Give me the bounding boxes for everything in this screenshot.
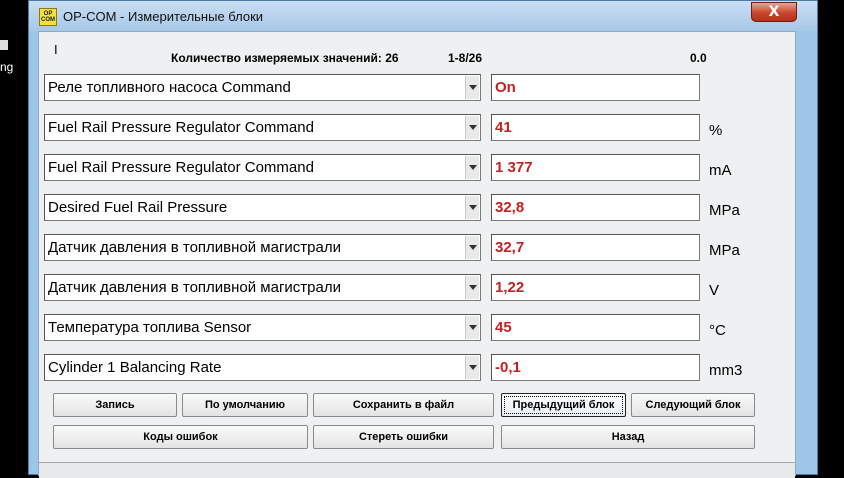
parameter-select[interactable]: Датчик давления в топливной магистрали xyxy=(44,234,481,261)
chevron-down-icon[interactable] xyxy=(465,356,479,379)
unit-label: mm3 xyxy=(709,362,743,379)
value-field: -0,1 xyxy=(491,354,700,381)
chevron-down-icon[interactable] xyxy=(465,316,479,339)
chevron-down-icon[interactable] xyxy=(465,116,479,139)
client-area: I Количество измеряемых значений: 26 1-8… xyxy=(38,31,797,478)
parameter-select[interactable]: Cylinder 1 Balancing Rate xyxy=(44,354,481,381)
parameter-name: Fuel Rail Pressure Regulator Command xyxy=(48,159,314,176)
unit-label: MPa xyxy=(709,242,740,259)
window-title: OP-COM - Измерительные блоки xyxy=(63,9,264,24)
value-field: 32,8 xyxy=(491,194,700,221)
parameter-name: Реле топливного насоса Command xyxy=(48,79,291,96)
desktop-label: ng xyxy=(0,60,14,74)
value-field: On xyxy=(491,74,700,101)
measurement-row: Датчик давления в топливной магистрали 3… xyxy=(39,234,797,264)
previous-block-button[interactable]: Предыдущий блок xyxy=(501,393,626,417)
measurement-row: Fuel Rail Pressure Regulator Command 1 3… xyxy=(39,154,797,184)
value-text: On xyxy=(495,79,516,96)
measurement-row: Реле топливного насоса Command On xyxy=(39,74,797,104)
parameter-select[interactable]: Fuel Rail Pressure Regulator Command xyxy=(44,114,481,141)
measurement-blocks-window: OP COM OP-COM - Измерительные блоки X I … xyxy=(28,0,818,478)
chevron-down-icon[interactable] xyxy=(465,276,479,299)
measurement-row: Температура топлива Sensor 45 °C xyxy=(39,314,797,344)
time-label: 0.0 xyxy=(690,51,707,65)
parameter-select[interactable]: Fuel Rail Pressure Regulator Command xyxy=(44,154,481,181)
parameter-name: Датчик давления в топливной магистрали xyxy=(48,239,341,256)
value-field: 45 xyxy=(491,314,700,341)
value-field: 41 xyxy=(491,114,700,141)
parameter-name: Fuel Rail Pressure Regulator Command xyxy=(48,119,314,136)
desktop-icon[interactable] xyxy=(0,40,8,50)
value-text: 32,8 xyxy=(495,199,525,216)
values-count-label: Количество измеряемых значений: 26 xyxy=(171,51,399,65)
value-text: 45 xyxy=(495,319,512,336)
back-button[interactable]: Назад xyxy=(501,425,755,449)
unit-label: % xyxy=(709,122,723,139)
parameter-name: Desired Fuel Rail Pressure xyxy=(48,199,228,216)
value-field: 1,22 xyxy=(491,274,700,301)
chevron-down-icon[interactable] xyxy=(465,196,479,219)
value-field: 1 377 xyxy=(491,154,700,181)
close-icon: X xyxy=(768,4,780,20)
unit-label: V xyxy=(709,282,720,299)
parameter-select[interactable]: Реле топливного насоса Command xyxy=(44,74,481,101)
chevron-down-icon[interactable] xyxy=(465,156,479,179)
title-bar[interactable]: OP COM OP-COM - Измерительные блоки X xyxy=(29,1,817,31)
unit-label: °C xyxy=(709,322,726,339)
close-button[interactable]: X xyxy=(751,2,797,22)
parameter-select[interactable]: Desired Fuel Rail Pressure xyxy=(44,194,481,221)
value-text: 1 377 xyxy=(495,159,533,176)
text-cursor: I xyxy=(54,42,58,57)
chevron-down-icon[interactable] xyxy=(465,76,479,99)
record-button[interactable]: Запись xyxy=(53,393,177,417)
status-bar xyxy=(39,462,795,478)
desktop-strip: ng xyxy=(0,0,28,475)
error-codes-button[interactable]: Коды ошибок xyxy=(53,425,308,449)
unit-label: mA xyxy=(709,162,732,179)
default-button[interactable]: По умолчанию xyxy=(182,393,308,417)
parameter-name: Датчик давления в топливной магистрали xyxy=(48,279,341,296)
next-block-button[interactable]: Следующий блок xyxy=(631,393,755,417)
value-field: 32,7 xyxy=(491,234,700,261)
value-text: -0,1 xyxy=(495,359,521,376)
logo-line-com: COM xyxy=(41,17,55,23)
parameter-name: Cylinder 1 Balancing Rate xyxy=(48,359,222,376)
parameter-select[interactable]: Датчик давления в топливной магистрали xyxy=(44,274,481,301)
value-text: 32,7 xyxy=(495,239,525,256)
clear-errors-button[interactable]: Стереть ошибки xyxy=(313,425,494,449)
measurement-row: Desired Fuel Rail Pressure 32,8 MPa xyxy=(39,194,797,224)
app-logo-icon: OP COM xyxy=(39,8,57,26)
unit-label: MPa xyxy=(709,202,740,219)
measurement-row: Cylinder 1 Balancing Rate -0,1 mm3 xyxy=(39,354,797,384)
value-text: 41 xyxy=(495,119,512,136)
parameter-name: Температура топлива Sensor xyxy=(48,319,252,336)
parameter-select[interactable]: Температура топлива Sensor xyxy=(44,314,481,341)
value-text: 1,22 xyxy=(495,279,525,296)
chevron-down-icon[interactable] xyxy=(465,236,479,259)
save-to-file-button[interactable]: Сохранить в файл xyxy=(313,393,494,417)
measurement-row: Fuel Rail Pressure Regulator Command 41 … xyxy=(39,114,797,144)
measurement-row: Датчик давления в топливной магистрали 1… xyxy=(39,274,797,304)
page-range-label: 1-8/26 xyxy=(448,51,483,65)
